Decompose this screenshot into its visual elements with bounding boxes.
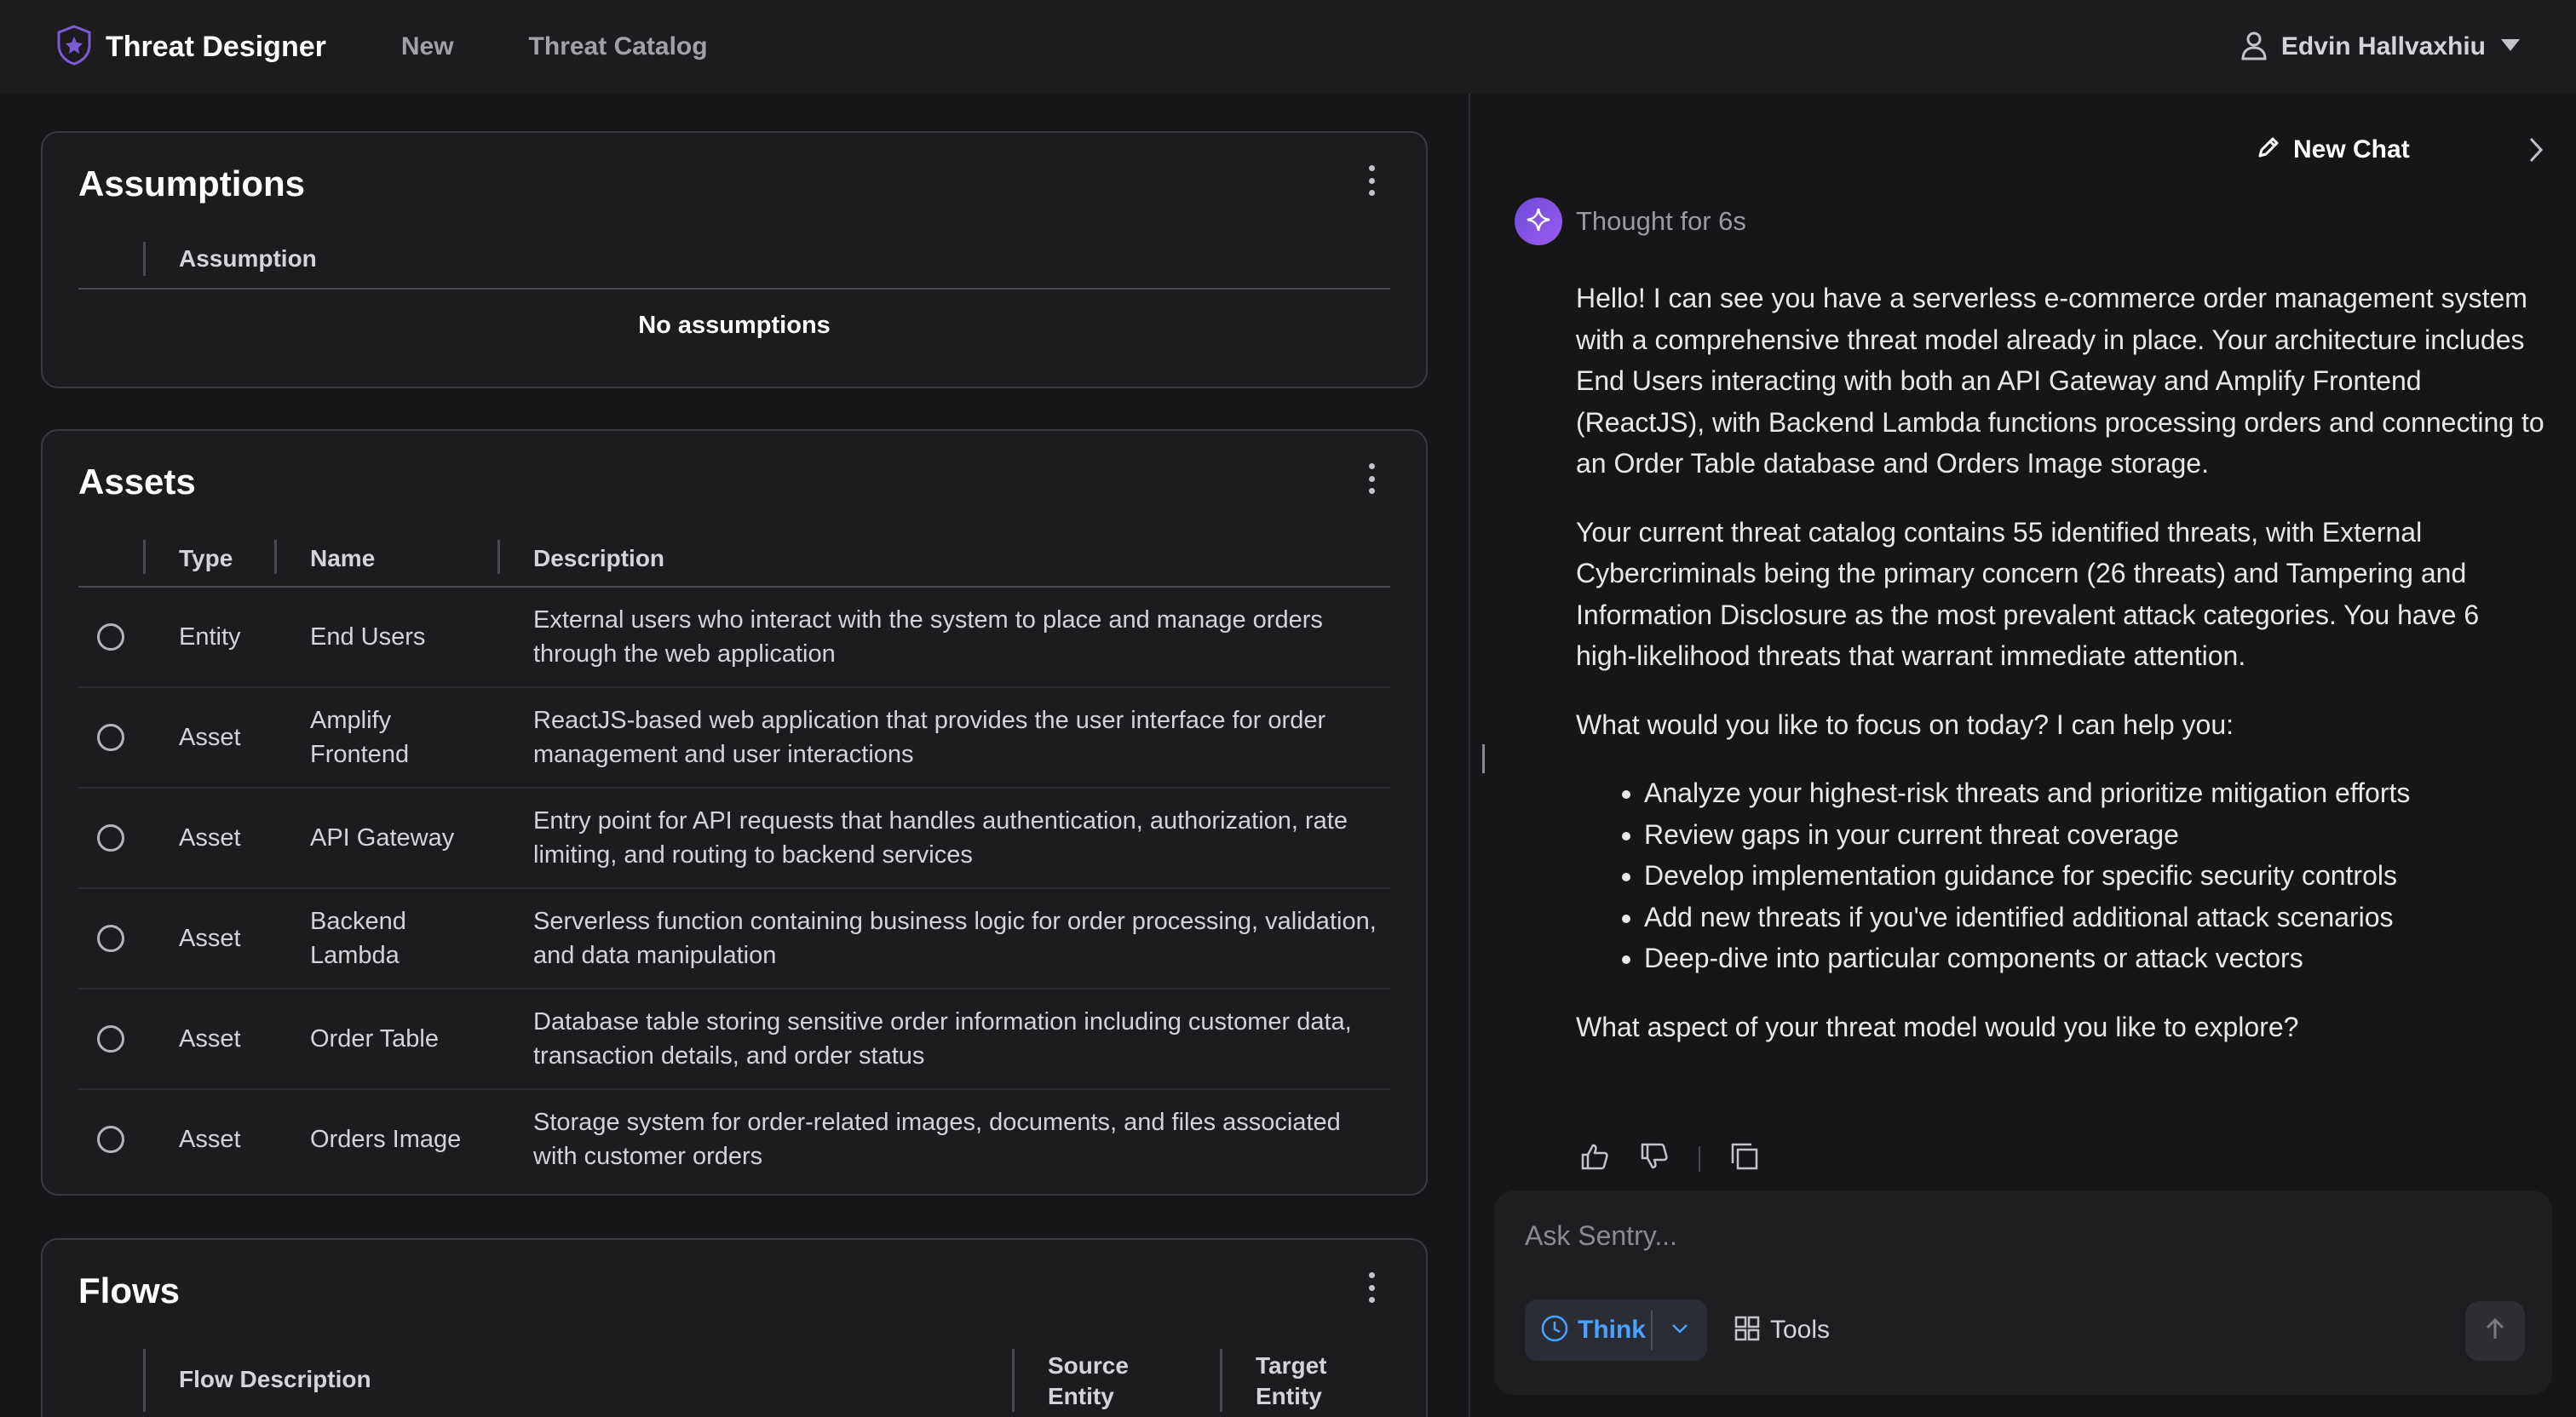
message-paragraph: Your current threat catalog contains 55 …	[1576, 516, 2480, 672]
chevron-right-icon[interactable]	[2527, 136, 2545, 168]
user-menu[interactable]: Edvin Hallvaxhiu	[2240, 0, 2521, 94]
row-select-radio[interactable]	[97, 623, 124, 651]
think-button[interactable]: Think	[1525, 1299, 1651, 1361]
row-select-radio[interactable]	[97, 1126, 124, 1153]
assistant-message: Hello! I can see you have a serverless e…	[1576, 278, 2547, 1075]
column-header-assumption[interactable]: Assumption	[179, 245, 317, 272]
message-actions	[1579, 1141, 1760, 1176]
new-chat-button[interactable]: New Chat	[2256, 135, 2410, 164]
message-paragraph: What would you like to focus on today? I…	[1576, 708, 2234, 740]
message-paragraph: Hello! I can see you have a serverless e…	[1576, 283, 2544, 479]
asset-description: Database table storing sensitive order i…	[533, 1008, 1352, 1070]
think-options-dropdown[interactable]	[1653, 1299, 1707, 1361]
message-paragraph: What aspect of your threat model would y…	[1576, 1011, 2299, 1042]
asset-name: API Gateway	[310, 824, 455, 852]
user-name: Edvin Hallvaxhiu	[2280, 32, 2486, 60]
table-row[interactable]: Asset Backend Lambda Serverless function…	[78, 889, 1390, 990]
asset-type: Asset	[179, 824, 241, 852]
chat-input[interactable]	[1525, 1214, 2462, 1257]
row-select-radio[interactable]	[97, 925, 124, 952]
asset-type: Asset	[179, 925, 241, 952]
asset-type: Asset	[179, 1126, 241, 1153]
assistant-avatar	[1515, 198, 1562, 245]
table-row[interactable]: Entity End Users External users who inte…	[78, 588, 1390, 688]
list-item: Review gaps in your current threat cover…	[1644, 814, 2547, 856]
row-select-radio[interactable]	[97, 724, 124, 751]
clock-icon	[1540, 1314, 1569, 1347]
thought-duration[interactable]: Thought for 6s	[1576, 206, 1746, 237]
flows-card: Flows Flow Description Source Entity Tar…	[41, 1238, 1428, 1417]
sparkle-icon	[1525, 206, 1552, 238]
asset-name: Order Table	[310, 1025, 439, 1053]
think-toggle: Think	[1525, 1299, 1707, 1361]
tools-label: Tools	[1770, 1316, 1831, 1344]
nav-link-threat-catalog[interactable]: Threat Catalog	[529, 32, 708, 61]
column-header-source-entity[interactable]: Source Entity	[1048, 1351, 1141, 1412]
asset-type: Entity	[179, 623, 241, 651]
chevron-down-icon	[1670, 1322, 1689, 1339]
list-item: Add new threats if you've identified add…	[1644, 897, 2547, 938]
table-row[interactable]: Asset Orders Image Storage system for or…	[78, 1090, 1390, 1190]
pencil-icon	[2256, 135, 2281, 164]
assets-table-header: Type Name Description	[78, 535, 1390, 588]
grid-icon	[1734, 1316, 1760, 1345]
flows-menu-icon[interactable]	[1366, 1272, 1377, 1303]
asset-description: Serverless function containing business …	[533, 908, 1377, 969]
asset-name: Backend Lambda	[310, 908, 406, 969]
asset-name: Amplify Frontend	[310, 707, 410, 768]
shield-logo-icon	[55, 24, 94, 71]
assumptions-title: Assumptions	[78, 164, 306, 204]
chat-composer: Think Tools	[1494, 1190, 2552, 1395]
assets-title: Assets	[78, 462, 196, 502]
column-header-flow-description[interactable]: Flow Description	[179, 1366, 371, 1393]
brand[interactable]: Threat Designer	[55, 24, 326, 71]
asset-type: Asset	[179, 724, 241, 751]
tools-button[interactable]: Tools	[1734, 1299, 1830, 1361]
asset-name: End Users	[310, 623, 426, 651]
table-row[interactable]: Asset API Gateway Entry point for API re…	[78, 789, 1390, 889]
think-label: Think	[1578, 1316, 1646, 1344]
top-nav-bar: Threat Designer New Threat Catalog Edvin…	[0, 0, 2576, 94]
flows-table-header: Flow Description Source Entity Target En…	[78, 1344, 1390, 1415]
asset-description: ReactJS-based web application that provi…	[533, 707, 1326, 768]
table-row[interactable]: Asset Order Table Database table storing…	[78, 990, 1390, 1090]
new-chat-label: New Chat	[2293, 135, 2410, 164]
list-item: Deep-dive into particular components or …	[1644, 938, 2547, 979]
column-header-name[interactable]: Name	[310, 545, 375, 572]
caret-down-icon	[2499, 37, 2521, 57]
thumbs-down-icon[interactable]	[1639, 1142, 1670, 1175]
copy-icon[interactable]	[1729, 1141, 1760, 1176]
action-separator	[1699, 1145, 1700, 1172]
row-select-radio[interactable]	[97, 1025, 124, 1053]
thumbs-up-icon[interactable]	[1579, 1142, 1610, 1175]
row-select-radio[interactable]	[97, 824, 124, 852]
empty-state-message: No assumptions	[638, 312, 831, 339]
arrow-up-icon	[2482, 1317, 2508, 1346]
table-row[interactable]: Asset Amplify Frontend ReactJS-based web…	[78, 688, 1390, 789]
threat-model-pane: Assumptions Assumption No assumptions As…	[0, 94, 1469, 1417]
column-header-type[interactable]: Type	[179, 545, 233, 572]
asset-name: Orders Image	[310, 1126, 462, 1153]
asset-description: External users who interact with the sys…	[533, 606, 1323, 668]
nav-link-new[interactable]: New	[401, 32, 454, 61]
suggestion-list: Analyze your highest-risk threats and pr…	[1644, 772, 2547, 979]
assumptions-card: Assumptions Assumption No assumptions	[41, 131, 1428, 388]
asset-type: Asset	[179, 1025, 241, 1053]
column-header-description[interactable]: Description	[533, 545, 664, 572]
flows-title: Flows	[78, 1271, 181, 1311]
user-icon	[2240, 30, 2268, 65]
assumptions-menu-icon[interactable]	[1366, 165, 1377, 196]
list-item: Analyze your highest-risk threats and pr…	[1644, 772, 2547, 814]
chat-pane: New Chat Thought for 6s Hello! I can see…	[1470, 94, 2576, 1417]
asset-description: Storage system for order-related images,…	[533, 1109, 1341, 1170]
send-button[interactable]	[2465, 1301, 2525, 1361]
assets-card: Assets Type Name Description Entity End …	[41, 429, 1428, 1196]
assumptions-table-header: Assumption	[78, 242, 1390, 290]
asset-description: Entry point for API requests that handle…	[533, 807, 1348, 869]
assets-menu-icon[interactable]	[1366, 463, 1377, 494]
app-title: Threat Designer	[106, 30, 326, 63]
column-header-target-entity[interactable]: Target Entity	[1256, 1351, 1349, 1412]
list-item: Develop implementation guidance for spec…	[1644, 855, 2547, 897]
